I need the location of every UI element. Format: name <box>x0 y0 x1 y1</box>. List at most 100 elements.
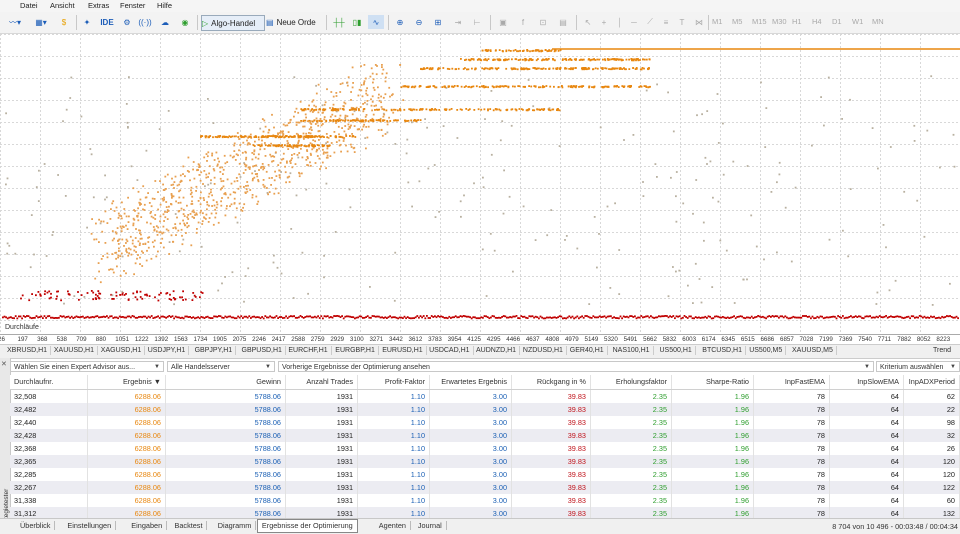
screenshot-icon[interactable]: ▣ <box>496 15 510 29</box>
menu-extras[interactable]: Extras <box>88 1 109 10</box>
bottom-tab[interactable]: Diagramm <box>214 521 257 530</box>
vertical-line-icon[interactable]: │ <box>614 15 626 29</box>
text-icon[interactable]: T <box>676 15 688 29</box>
channel-icon[interactable]: ≡ <box>660 15 672 29</box>
menu-hilfe[interactable]: Hilfe <box>157 1 172 10</box>
column-header[interactable]: Gewinn <box>166 375 286 389</box>
symbol-tab[interactable]: XAUUSD,H1 <box>51 346 98 355</box>
shift-icon[interactable]: ⊢ <box>470 15 484 29</box>
criterion-select[interactable]: Kriterium auswählen ▼ <box>876 361 960 372</box>
column-header[interactable]: Erholungsfaktor <box>591 375 672 389</box>
table-row[interactable]: 32,482 6288.06 5788.06 1931 1.10 3.00 39.83 2.3… <box>10 403 960 416</box>
column-header[interactable]: InpFastEMA <box>754 375 830 389</box>
shapes-icon[interactable]: ⋈ <box>692 15 706 29</box>
menu-datei[interactable]: Datei <box>20 1 38 10</box>
symbol-tab[interactable]: EURCHF,H1 <box>285 346 332 355</box>
navigator-icon[interactable]: ✦ <box>80 15 94 29</box>
symbol-tab[interactable]: EURUSD,H1 <box>379 346 427 355</box>
trend-tab[interactable]: Trend <box>930 346 954 355</box>
symbol-tab[interactable]: GBPUSD,H1 <box>239 346 286 355</box>
crosshair-icon[interactable]: + <box>598 15 610 29</box>
cursor-icon[interactable]: ↖ <box>582 15 594 29</box>
zoom-in-icon[interactable]: ⊕ <box>393 15 407 29</box>
horizontal-line-icon[interactable]: ─ <box>628 15 640 29</box>
symbol-tab[interactable]: NZDUSD,H1 <box>520 346 567 355</box>
bottom-tab[interactable]: Überblick <box>16 521 56 530</box>
templates-icon[interactable]: ▤ <box>556 15 570 29</box>
bottom-tab[interactable]: Einstellungen <box>63 521 117 530</box>
menu-fenster[interactable]: Fenster <box>120 1 145 10</box>
column-header[interactable]: Ergebnis ▼ <box>88 375 166 389</box>
objects-icon[interactable]: ⊡ <box>536 15 550 29</box>
column-header[interactable]: InpSlowEMA <box>830 375 904 389</box>
indicators-icon[interactable]: f <box>516 15 530 29</box>
scatter-point <box>535 68 538 70</box>
market-icon[interactable]: $ <box>58 15 70 29</box>
symbol-tab[interactable]: USDCAD,H1 <box>426 346 474 355</box>
symbol-tab[interactable]: GER40,H1 <box>567 346 608 355</box>
column-header[interactable]: Anzahl Trades <box>286 375 358 389</box>
table-row[interactable]: 32,368 6288.06 5788.06 1931 1.10 3.00 39.83 2.3… <box>10 442 960 455</box>
symbol-tab[interactable]: NAS100,H1 <box>610 346 654 355</box>
period-m5[interactable]: M5 <box>732 17 742 26</box>
bottom-tab[interactable]: Eingaben <box>127 521 168 530</box>
ide-button[interactable]: IDE <box>98 15 116 29</box>
table-row[interactable]: 32,428 6288.06 5788.06 1931 1.10 3.00 39.83 2.3… <box>10 429 960 442</box>
symbol-tab[interactable]: US500,H1 <box>657 346 696 355</box>
table-row[interactable]: 32,285 6288.06 5788.06 1931 1.10 3.00 39.83 2.3… <box>10 468 960 481</box>
candlestick-icon[interactable]: ▯▮ <box>350 15 364 29</box>
cloud-icon[interactable]: ☁ <box>158 15 172 29</box>
settings-icon[interactable]: ⚙ <box>120 15 134 29</box>
bottom-tab[interactable]: Journal <box>414 521 447 530</box>
trendline-icon[interactable]: ⟋ <box>644 15 656 29</box>
bottom-tab[interactable]: Ergebnisse der Optimierung <box>256 519 358 533</box>
period-mn[interactable]: MN <box>872 17 884 26</box>
signals-icon[interactable]: ((·)) <box>138 15 152 29</box>
bottom-tab[interactable]: Agenten <box>375 521 411 530</box>
server-select[interactable]: Alle Handelsserver ▼ <box>167 361 275 372</box>
period-m30[interactable]: M30 <box>772 17 787 26</box>
bottom-tab[interactable]: Backtest <box>171 521 208 530</box>
symbol-tab[interactable]: XAUUSD,M5 <box>789 346 837 355</box>
menu-ansicht[interactable]: Ansicht <box>50 1 75 10</box>
period-d1[interactable]: D1 <box>832 17 842 26</box>
symbol-tab[interactable]: GBPJPY,H1 <box>192 346 237 355</box>
autoscroll-icon[interactable]: ⇥ <box>451 15 465 29</box>
zoom-out-icon[interactable]: ⊖ <box>412 15 426 29</box>
symbol-tab[interactable]: XBRUSD,H1 <box>4 346 52 355</box>
table-row[interactable]: 32,508 6288.06 5788.06 1931 1.10 3.00 39.83 2.3… <box>10 390 960 403</box>
column-header[interactable]: Rückgang in % <box>512 375 591 389</box>
expert-advisor-select[interactable]: Wählen Sie einen Expert Advisor aus... ▼ <box>10 361 164 372</box>
column-header[interactable]: Durchlaufnr. <box>10 375 88 389</box>
column-header[interactable]: Sharpe-Ratio <box>672 375 754 389</box>
period-m1[interactable]: M1 <box>712 17 722 26</box>
table-row[interactable]: 32,365 6288.06 5788.06 1931 1.10 3.00 39.83 2.3… <box>10 455 960 468</box>
chart-type-icon[interactable]: 〰▾ <box>4 15 26 29</box>
line-chart-icon[interactable]: ∿ <box>368 15 384 29</box>
grid-icon[interactable]: ⊞ <box>431 15 445 29</box>
symbol-tab[interactable]: EURGBP,H1 <box>332 346 379 355</box>
close-icon[interactable]: ✕ <box>1 360 7 368</box>
period-m15[interactable]: M15 <box>752 17 767 26</box>
symbol-tab[interactable]: BTCUSD,H1 <box>699 346 746 355</box>
period-h4[interactable]: H4 <box>812 17 822 26</box>
column-header[interactable]: Profit-Faktor <box>358 375 430 389</box>
algo-trading-button[interactable]: ▷ Algo-Handel <box>201 15 265 31</box>
new-order-button[interactable]: ▤ Neue Orde <box>266 15 322 29</box>
symbol-tab[interactable]: XAGUSD,H1 <box>98 346 146 355</box>
bar-chart-icon[interactable]: ┼┼ <box>332 15 346 29</box>
table-row[interactable]: 32,440 6288.06 5788.06 1931 1.10 3.00 39.83 2.3… <box>10 416 960 429</box>
column-header[interactable]: InpADXPeriod <box>904 375 960 389</box>
previous-results-select[interactable]: Vorherige Ergebnisse der Optimierung ans… <box>278 361 874 372</box>
period-h1[interactable]: H1 <box>792 17 802 26</box>
symbol-tab[interactable]: AUDNZD,H1 <box>473 346 521 355</box>
table-row[interactable]: 31,338 6288.06 5788.06 1931 1.10 3.00 39.83 2.3… <box>10 494 960 507</box>
symbol-tab[interactable]: US500,M5 <box>746 346 787 355</box>
scatter-point <box>584 315 587 317</box>
vps-icon[interactable]: ◉ <box>178 15 192 29</box>
column-header[interactable]: Erwartetes Ergebnis <box>430 375 512 389</box>
period-w1[interactable]: W1 <box>852 17 863 26</box>
new-chart-icon[interactable]: ▦▾ <box>30 15 52 29</box>
symbol-tab[interactable]: USDJPY,H1 <box>145 346 190 355</box>
table-row[interactable]: 32,267 6288.06 5788.06 1931 1.10 3.00 39.83 2.3… <box>10 481 960 494</box>
